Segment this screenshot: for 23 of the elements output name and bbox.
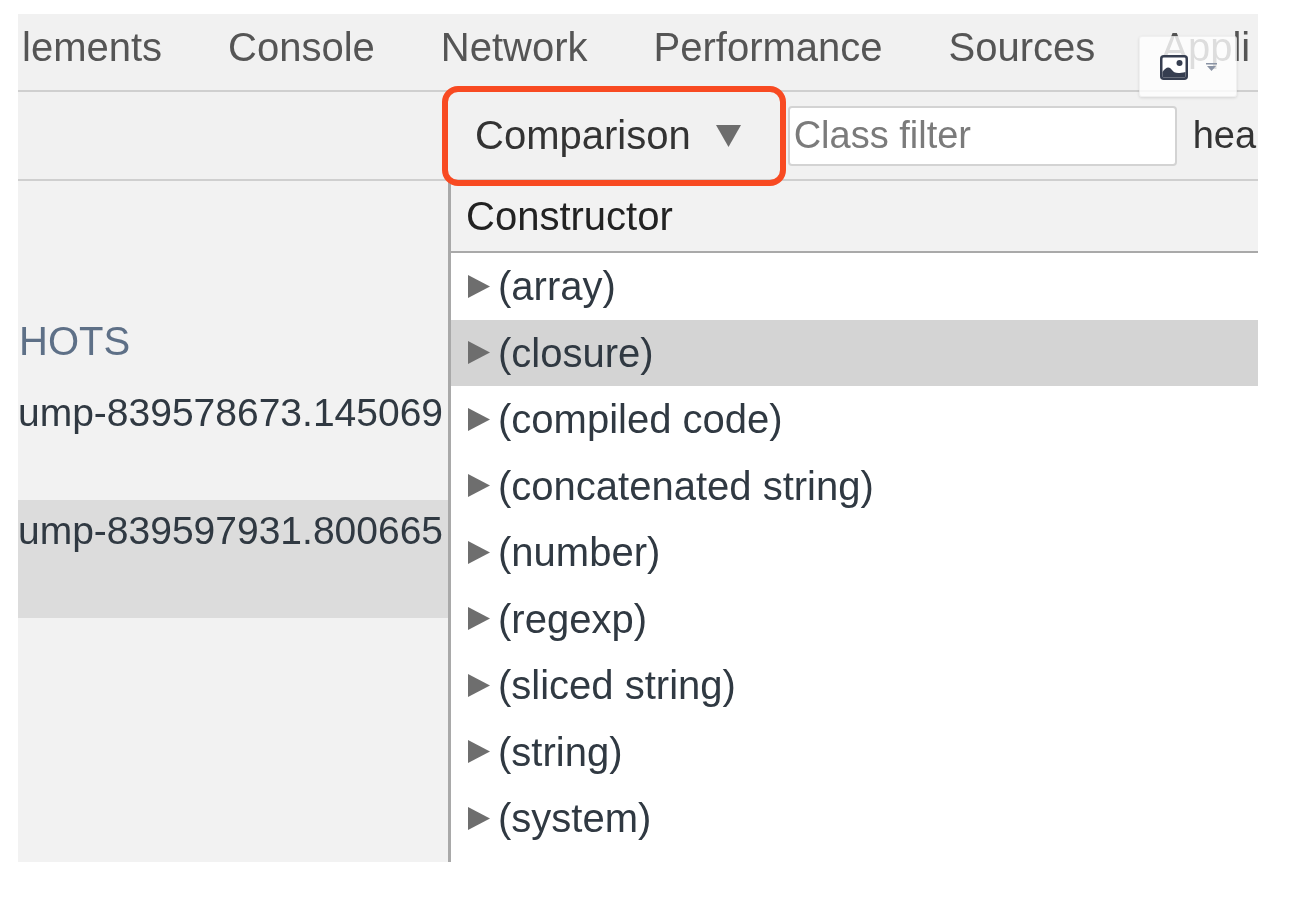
constructor-name: (concatenated string)	[498, 462, 874, 509]
constructor-name: (system)	[498, 795, 652, 842]
tab[interactable]: Performance	[620, 14, 916, 80]
constructor-name: (regexp)	[498, 595, 647, 642]
view-dropdown[interactable]: Comparison	[452, 95, 776, 176]
section-heading: HOTS	[18, 318, 132, 364]
tab[interactable]: lements	[18, 14, 196, 80]
tab[interactable]: Network	[407, 14, 621, 80]
constructor-name: (number)	[498, 529, 661, 576]
constructor-name: (string)	[498, 728, 623, 775]
column-header: Constructor	[451, 181, 1258, 253]
toolbar-label: hea	[1192, 114, 1257, 157]
tab[interactable]: Console	[195, 14, 408, 80]
constructor-name: (closure)	[498, 329, 654, 376]
class-filter-field[interactable]: Class filter	[787, 105, 1177, 166]
constructor-name: (array)	[498, 263, 616, 310]
tree-row[interactable]: (closure)	[451, 319, 1258, 386]
snapshot-item[interactable]: ump-839578673.145069	[18, 382, 448, 500]
tab[interactable]: Sources	[915, 14, 1129, 80]
constructor-name: (compiled code)	[498, 396, 783, 443]
snapshot-item[interactable]: ump-839597931.800665	[18, 500, 448, 618]
caret-down-icon	[715, 124, 741, 147]
constructor-name: (sliced string)	[498, 662, 736, 709]
